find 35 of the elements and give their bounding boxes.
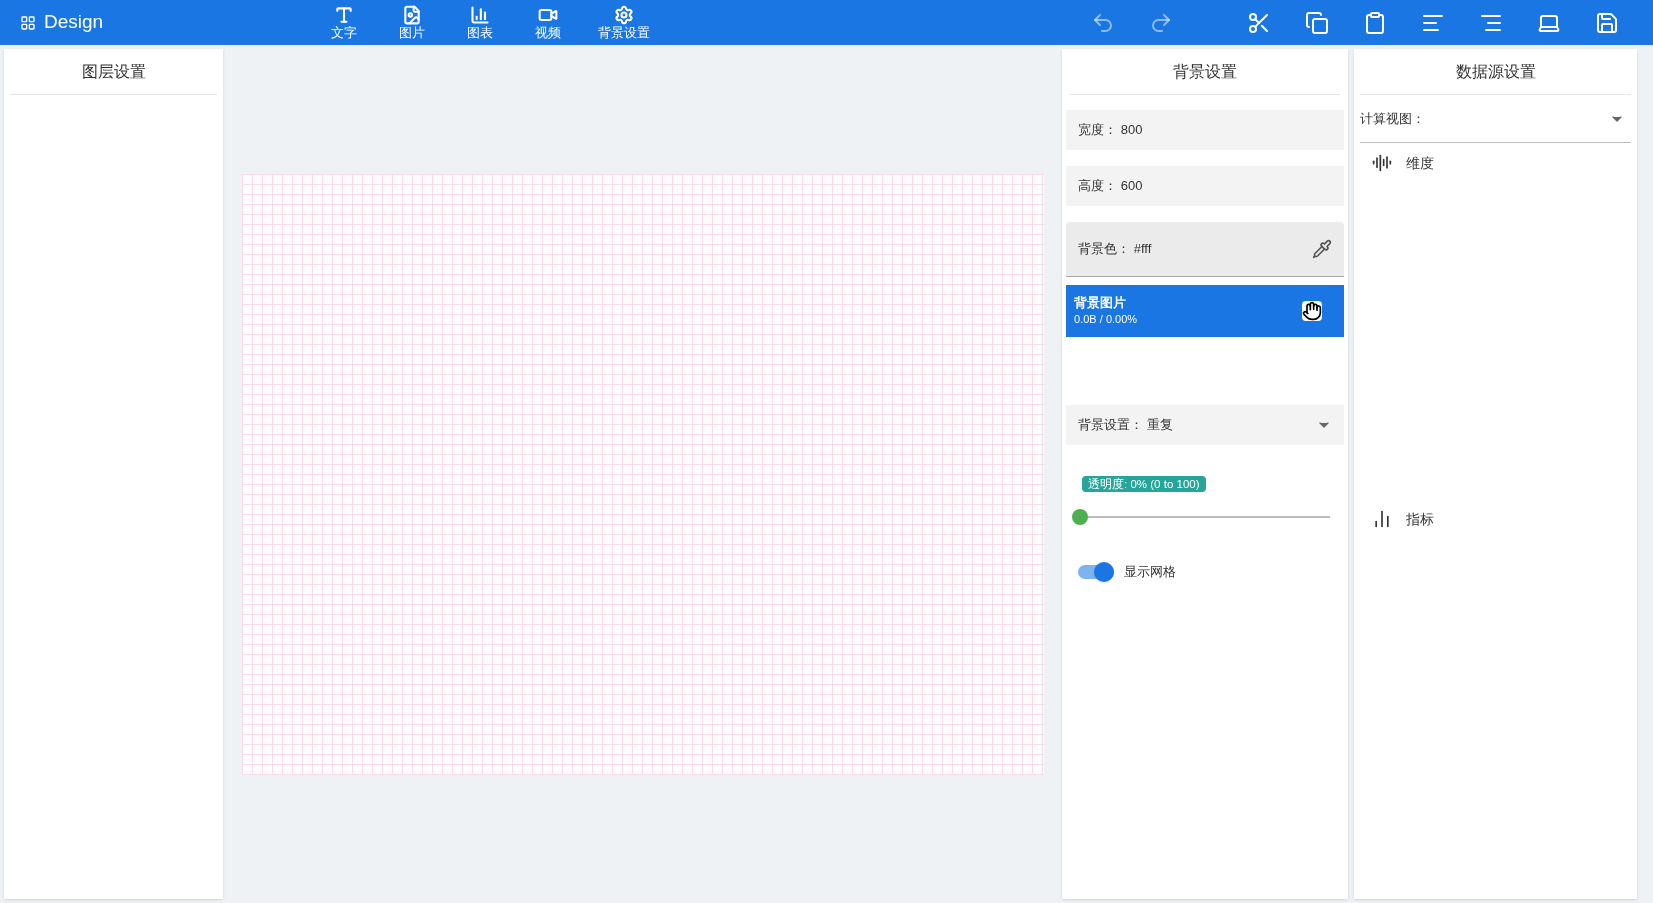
image-icon xyxy=(402,4,422,25)
grid-toggle[interactable] xyxy=(1078,561,1115,583)
opacity-label: 透明度: 0% (0 to 100) xyxy=(1082,476,1206,492)
input-field[interactable]: 宽度： 800 xyxy=(1066,110,1345,150)
toolbar-button[interactable]: 图表 xyxy=(446,4,514,41)
copy-icon xyxy=(1305,10,1329,35)
input-field[interactable]: 高度： 600 xyxy=(1066,166,1345,206)
scissors-icon xyxy=(1247,10,1271,35)
color-picker-icon[interactable] xyxy=(1312,239,1333,259)
repeat-select[interactable]: 背景设置： 重复 xyxy=(1066,405,1345,445)
panel-title: 数据源设置 xyxy=(1455,61,1536,82)
section-label: 维度 xyxy=(1406,153,1435,173)
settings-icon xyxy=(614,4,634,25)
view-select[interactable]: 计算视图： xyxy=(1360,95,1631,143)
toolbar-button[interactable]: 视频 xyxy=(514,4,582,41)
slider-thumb[interactable] xyxy=(1072,509,1089,525)
color-field[interactable]: 背景色： #fff xyxy=(1066,222,1345,277)
dashboard-icon xyxy=(20,14,36,31)
text-icon xyxy=(334,4,354,25)
app-title: Design xyxy=(44,10,104,35)
upload-progress: 0.0B / 0.00% xyxy=(1074,312,1138,327)
hand-pointer-icon xyxy=(1302,301,1323,321)
toolbar-button[interactable]: 文字 xyxy=(310,4,378,41)
toggle-label: 显示网格 xyxy=(1124,563,1177,582)
panel-title: 图层设置 xyxy=(81,61,146,82)
toolbar-button[interactable]: 背景设置 xyxy=(582,4,666,41)
sound-bars-icon xyxy=(1372,153,1393,173)
clipboard-icon xyxy=(1363,10,1387,35)
upload-button[interactable]: 背景图片 0.0B / 0.00% xyxy=(1066,285,1345,337)
upload-title: 背景图片 xyxy=(1074,295,1128,311)
panel-title: 背景设置 xyxy=(1173,61,1238,82)
toolbar-button[interactable]: 图片 xyxy=(378,4,446,41)
save-icon xyxy=(1595,10,1619,35)
section-label: 指标 xyxy=(1406,509,1435,529)
chart-icon xyxy=(470,4,490,25)
